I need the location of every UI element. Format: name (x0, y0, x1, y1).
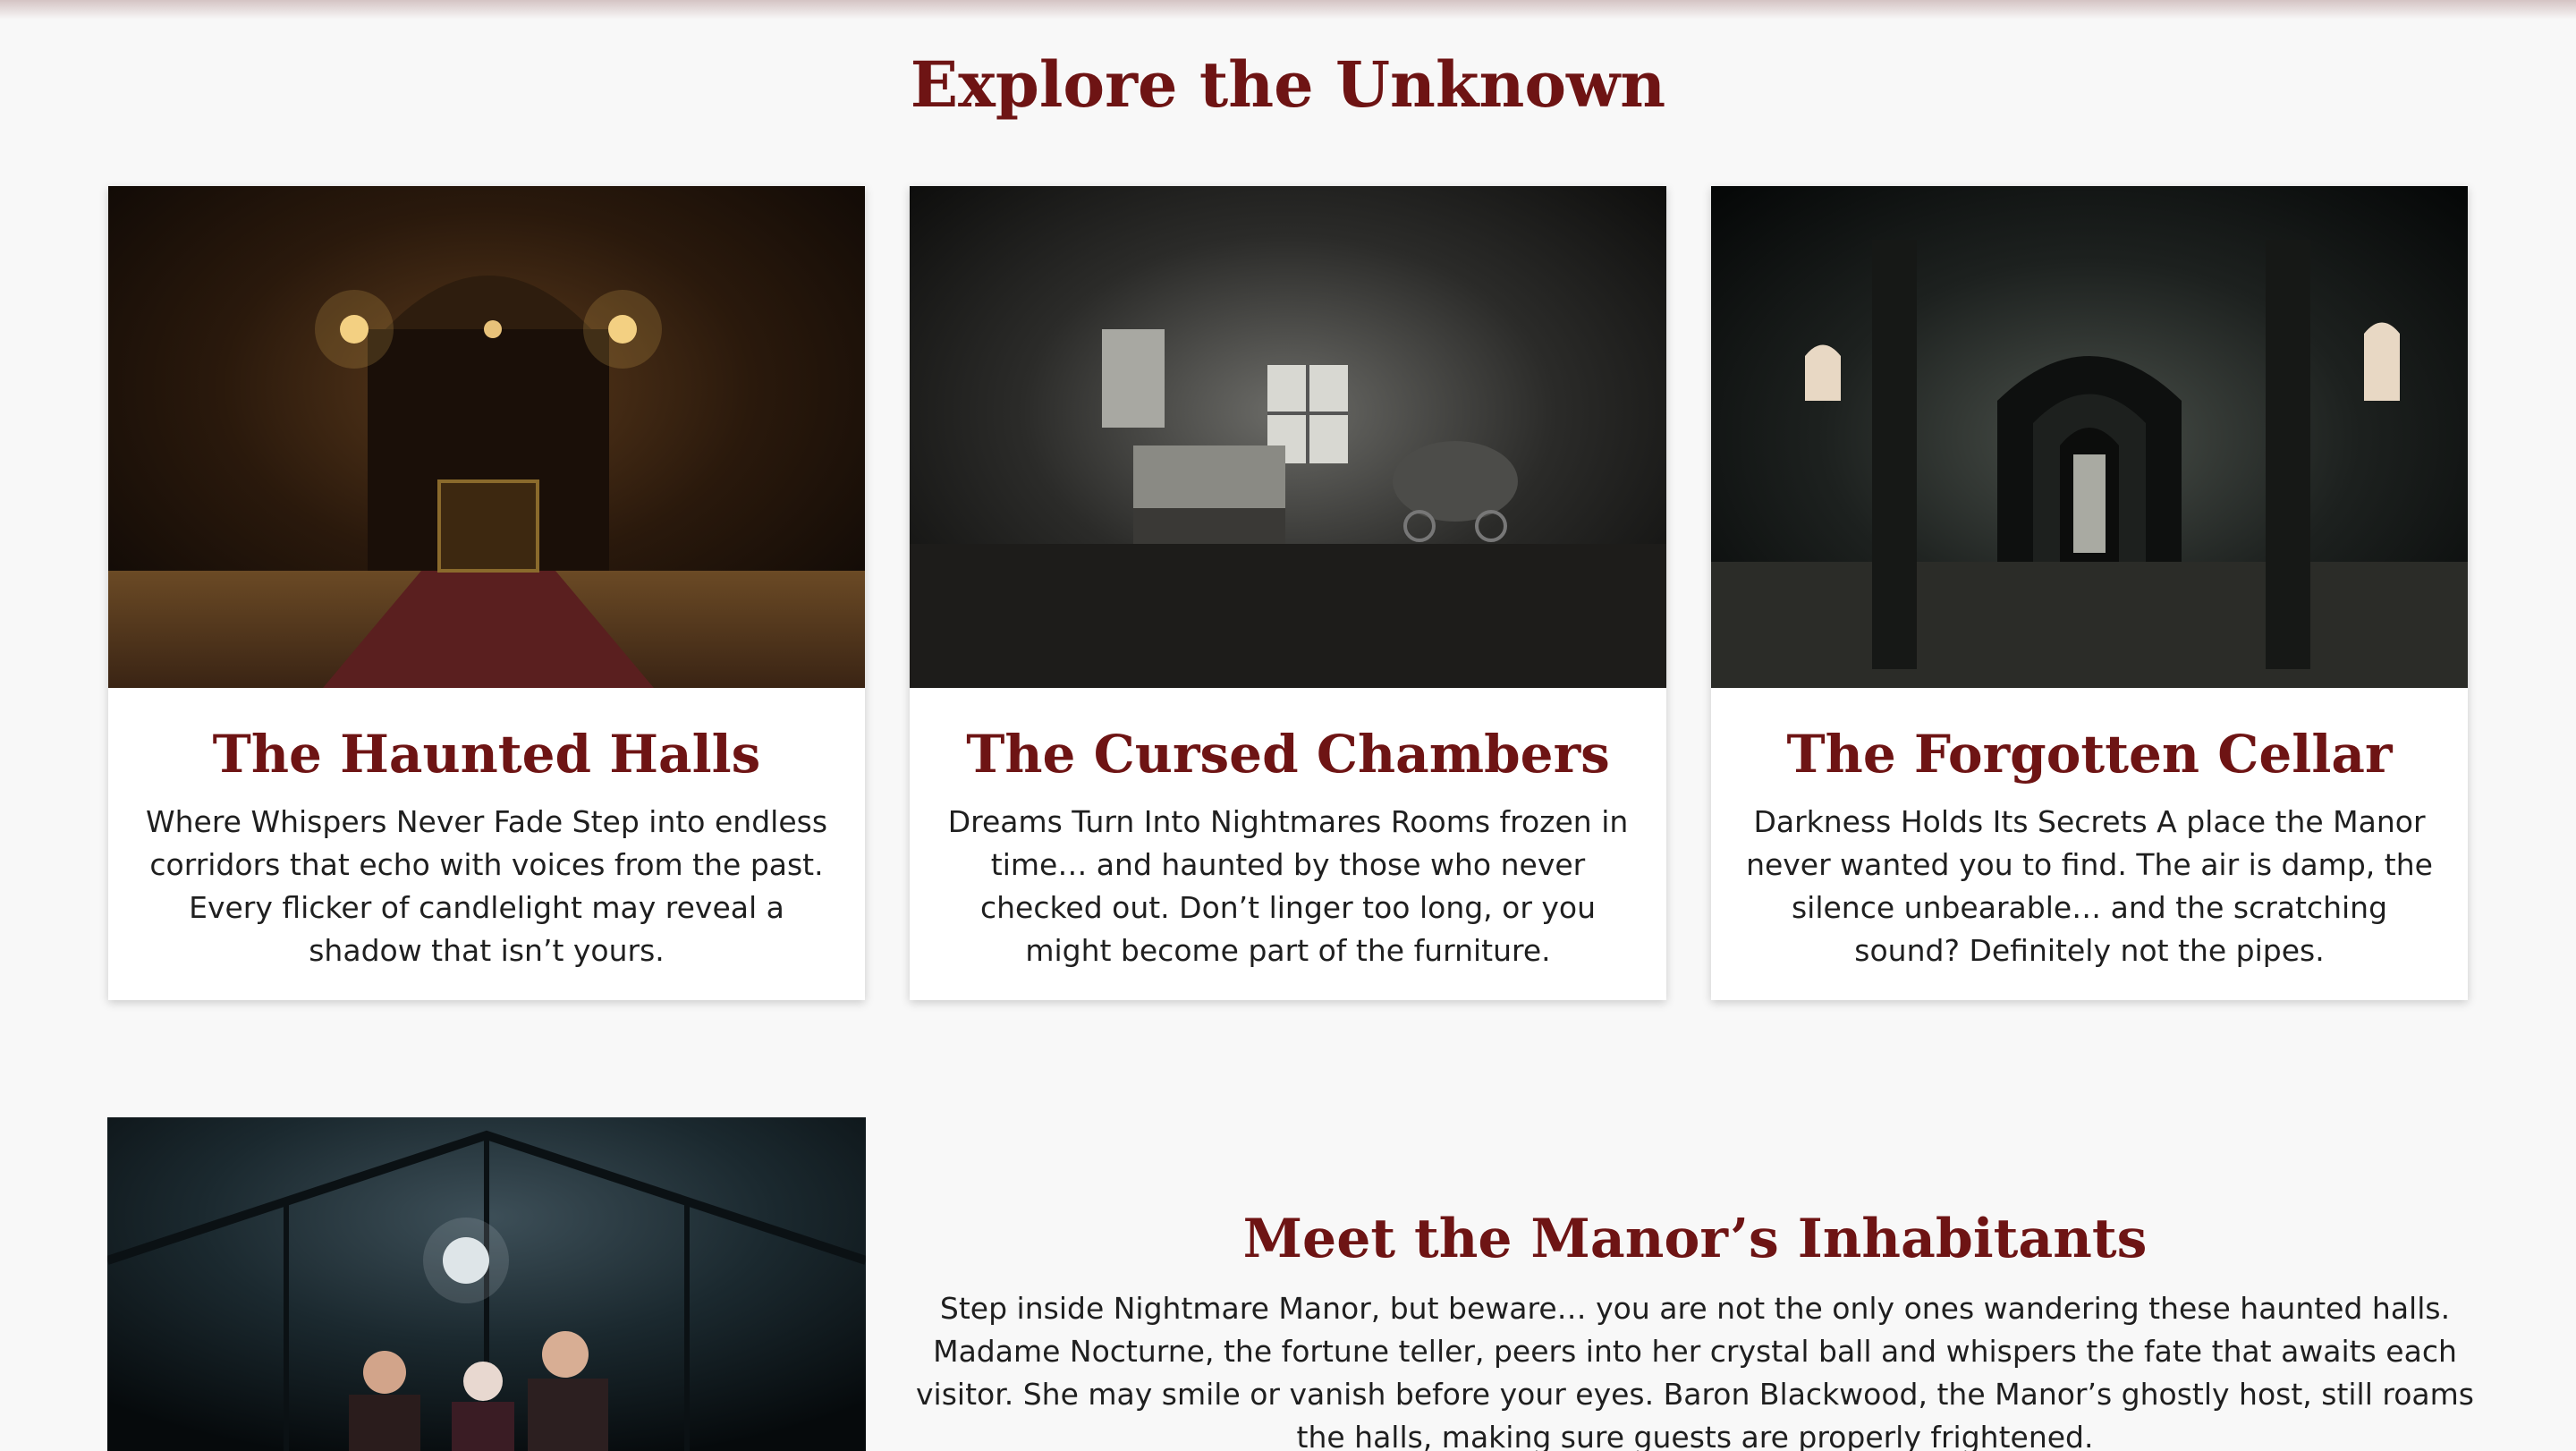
haunted-halls-illustration (108, 186, 865, 688)
inhabitants-section: Meet the Manor’s Inhabitants Step inside… (912, 1203, 2478, 1451)
page: Explore the Unknown The Haunted Halls Wh… (0, 0, 2576, 1451)
inhabitants-image (107, 1117, 866, 1451)
haunted-halls-image (108, 186, 865, 688)
cursed-chambers-illustration (910, 186, 1666, 688)
forgotten-cellar-illustration (1711, 186, 2468, 688)
room-card-cursed-chambers[interactable]: The Cursed Chambers Dreams Turn Into Nig… (910, 186, 1666, 1000)
section-title: Explore the Unknown (910, 47, 1666, 122)
card-title: The Cursed Chambers (966, 724, 1610, 785)
inhabitants-title: Meet the Manor’s Inhabitants (1242, 1208, 2148, 1270)
room-card-forgotten-cellar[interactable]: The Forgotten Cellar Darkness Holds Its … (1711, 186, 2468, 1000)
header-shadow (0, 0, 2576, 20)
card-title: The Haunted Halls (212, 724, 761, 785)
card-description: Dreams Turn Into Nightmares Rooms frozen… (947, 804, 1629, 968)
card-title: The Forgotten Cellar (1786, 724, 2393, 785)
inhabitants-illustration (107, 1117, 866, 1451)
cursed-chambers-image (910, 186, 1666, 688)
card-description: Darkness Holds Its Secrets A place the M… (1746, 804, 2433, 968)
forgotten-cellar-image (1711, 186, 2468, 688)
room-card-haunted-halls[interactable]: The Haunted Halls Where Whispers Never F… (108, 186, 865, 1000)
card-description: Where Whispers Never Fade Step into endl… (145, 804, 828, 968)
inhabitants-description: Step inside Nightmare Manor, but beware…… (916, 1291, 2474, 1451)
